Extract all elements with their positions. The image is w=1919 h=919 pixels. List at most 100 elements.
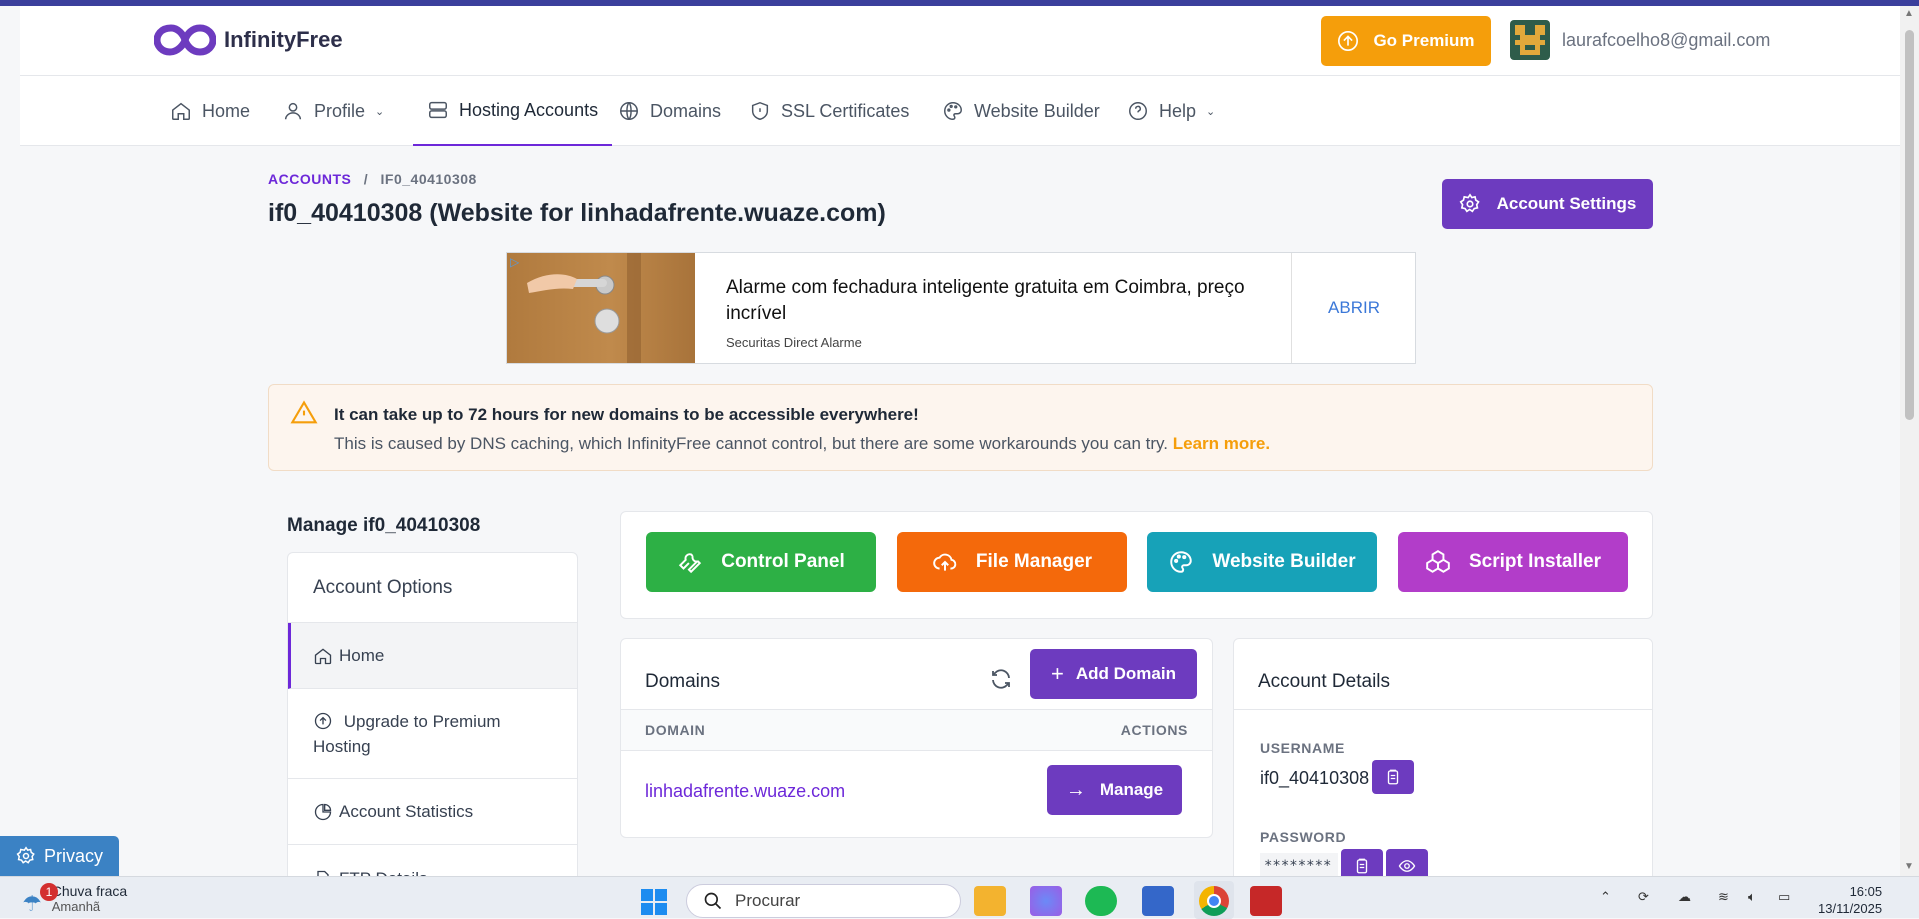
ad-choices-icon[interactable]: ▷ — [510, 255, 519, 269]
gear-icon — [1459, 193, 1480, 213]
privacy-button[interactable]: Privacy — [0, 836, 119, 876]
scroll-up-arrow[interactable]: ▲ — [1904, 8, 1914, 19]
nav-help-label: Help — [1159, 100, 1197, 121]
logo[interactable]: InfinityFree — [154, 20, 343, 60]
scroll-down-arrow[interactable]: ▼ — [1904, 861, 1914, 872]
add-domain-button[interactable]: + Add Domain — [1030, 649, 1197, 699]
user-email: laurafcoelho8@gmail.com — [1562, 29, 1771, 50]
cloud-icon[interactable]: ☁ — [1678, 889, 1691, 905]
nav-ssl[interactable]: SSL Certificates — [749, 76, 909, 146]
website-builder-label: Website Builder — [1212, 551, 1356, 572]
privacy-label: Privacy — [43, 845, 103, 866]
chrome-active-tab[interactable] — [1194, 881, 1234, 919]
nav-hosting-accounts[interactable]: Hosting Accounts — [413, 76, 613, 146]
account-details-title: Account Details — [1258, 671, 1391, 692]
table-row: linhadafrente.wuaze.com → Manage — [621, 751, 1212, 837]
taskbar-clock[interactable]: 16:05 13/11/2025 — [1818, 883, 1882, 917]
plus-icon: + — [1051, 661, 1064, 686]
go-premium-button[interactable]: Go Premium — [1321, 16, 1491, 66]
alert-text: This is caused by DNS caching, which Inf… — [334, 434, 1270, 454]
chevron-down-icon: ⌄ — [1206, 105, 1216, 118]
search-icon — [704, 892, 722, 910]
script-installer-label: Script Installer — [1469, 551, 1601, 572]
ad-title[interactable]: Alarme com fechadura inteligente gratuit… — [726, 275, 1266, 327]
logo-text: InfinityFree — [224, 27, 343, 52]
dns-warning-alert: It can take up to 72 hours for new domai… — [268, 384, 1653, 471]
breadcrumb-accounts[interactable]: ACCOUNTS — [268, 171, 351, 187]
account-settings-button[interactable]: Account Settings — [1442, 179, 1653, 229]
notepad-icon[interactable] — [1142, 886, 1174, 916]
domain-link[interactable]: linhadafrente.wuaze.com — [645, 781, 845, 802]
scrollbar-thumb[interactable] — [1905, 30, 1914, 420]
user-menu[interactable]: laurafcoelho8@gmail.com — [1510, 20, 1770, 60]
nav-website-builder-label: Website Builder — [974, 100, 1100, 121]
copy-username-button[interactable] — [1372, 760, 1414, 794]
spotify-icon[interactable] — [1085, 886, 1117, 916]
nav-help[interactable]: Help ⌄ — [1127, 76, 1215, 146]
arrow-up-circle-icon — [314, 712, 332, 730]
account-options-sidebar: Account Options Home Upgrade to Premium … — [287, 552, 578, 882]
battery-icon[interactable]: ▭ — [1778, 889, 1790, 905]
shield-icon — [751, 101, 769, 121]
domains-table-header: DOMAIN ACTIONS — [621, 709, 1212, 751]
divider — [1234, 709, 1652, 710]
sidebar-item-statistics[interactable]: Account Statistics — [288, 779, 577, 845]
nav-ssl-label: SSL Certificates — [781, 100, 910, 121]
sidebar-item-home[interactable]: Home — [288, 623, 577, 689]
arrow-right-icon: → — [1065, 778, 1086, 801]
refresh-icon[interactable] — [989, 667, 1013, 691]
nav-domains[interactable]: Domains — [618, 76, 721, 146]
weather-widget[interactable]: ☂ 1 Chuva fraca Amanhã — [22, 883, 127, 917]
breadcrumb-separator: / — [363, 171, 369, 187]
script-installer-button[interactable]: Script Installer — [1398, 532, 1628, 592]
account-settings-label: Account Settings — [1496, 194, 1637, 213]
column-domain: DOMAIN — [645, 722, 706, 738]
domains-card: Domains + Add Domain DOMAIN ACTIONS linh… — [620, 638, 1213, 838]
filezilla-icon[interactable] — [1250, 886, 1282, 916]
ad-open-button[interactable]: ABRIR — [1292, 253, 1416, 363]
chevron-up-icon[interactable]: ⌃ — [1600, 889, 1611, 905]
volume-icon[interactable]: 🔈︎ — [1748, 889, 1756, 905]
nav-website-builder[interactable]: Website Builder — [942, 76, 1100, 146]
file-explorer-icon[interactable] — [974, 886, 1006, 916]
clock-date: 13/11/2025 — [1818, 901, 1883, 916]
windows-start-icon[interactable] — [640, 888, 668, 916]
main-nav: Home Profile ⌄ Hosting Accounts Domains … — [20, 76, 1900, 146]
control-panel-button[interactable]: Control Panel — [646, 532, 876, 592]
cloud-upload-icon — [933, 553, 957, 571]
avatar — [1510, 20, 1550, 60]
add-domain-label: Add Domain — [1075, 664, 1176, 683]
globe-icon — [620, 102, 638, 120]
page-scrollbar[interactable]: ▲ ▼ — [1900, 6, 1919, 876]
copilot-icon[interactable] — [1030, 886, 1062, 916]
sidebar-item-upgrade[interactable]: Upgrade to Premium Hosting — [288, 689, 577, 779]
sync-icon[interactable]: ⟳ — [1638, 889, 1649, 905]
file-manager-button[interactable]: File Manager — [897, 532, 1127, 592]
nav-home[interactable]: Home — [170, 76, 250, 146]
quick-actions-panel: Control Panel File Manager Website Build… — [620, 511, 1653, 619]
palette-icon — [1170, 551, 1193, 573]
manage-domain-button[interactable]: → Manage — [1047, 765, 1182, 815]
advertisement[interactable]: ▷ Alarme com fechadura inteligente gratu… — [506, 252, 1416, 364]
nav-profile[interactable]: Profile ⌄ — [282, 76, 384, 146]
umbrella-icon: ☂ — [22, 891, 42, 916]
wrench-icon — [679, 553, 702, 574]
website-builder-button[interactable]: Website Builder — [1147, 532, 1377, 592]
chevron-down-icon: ⌄ — [375, 105, 385, 118]
learn-more-link[interactable]: Learn more. — [1173, 434, 1270, 453]
search-placeholder: Procurar — [735, 891, 801, 910]
wifi-icon[interactable]: ≋ — [1718, 889, 1729, 905]
home-icon — [314, 647, 332, 664]
clipboard-icon — [1387, 769, 1399, 785]
home-icon — [172, 102, 190, 120]
weather-condition: Chuva fraca — [51, 883, 128, 899]
account-options-heading: Account Options — [288, 553, 577, 623]
notification-badge: 1 — [40, 883, 58, 901]
file-manager-label: File Manager — [975, 551, 1093, 572]
alert-body: This is caused by DNS caching, which Inf… — [334, 434, 1169, 453]
taskbar-search[interactable]: Procurar — [686, 884, 961, 918]
weather-day: Amanhã — [51, 899, 101, 914]
ad-image[interactable]: ▷ — [507, 253, 695, 363]
site-header: InfinityFree Go Premium laurafcoelho8@gm… — [20, 6, 1900, 76]
nav-hosting-label: Hosting Accounts — [459, 99, 599, 120]
